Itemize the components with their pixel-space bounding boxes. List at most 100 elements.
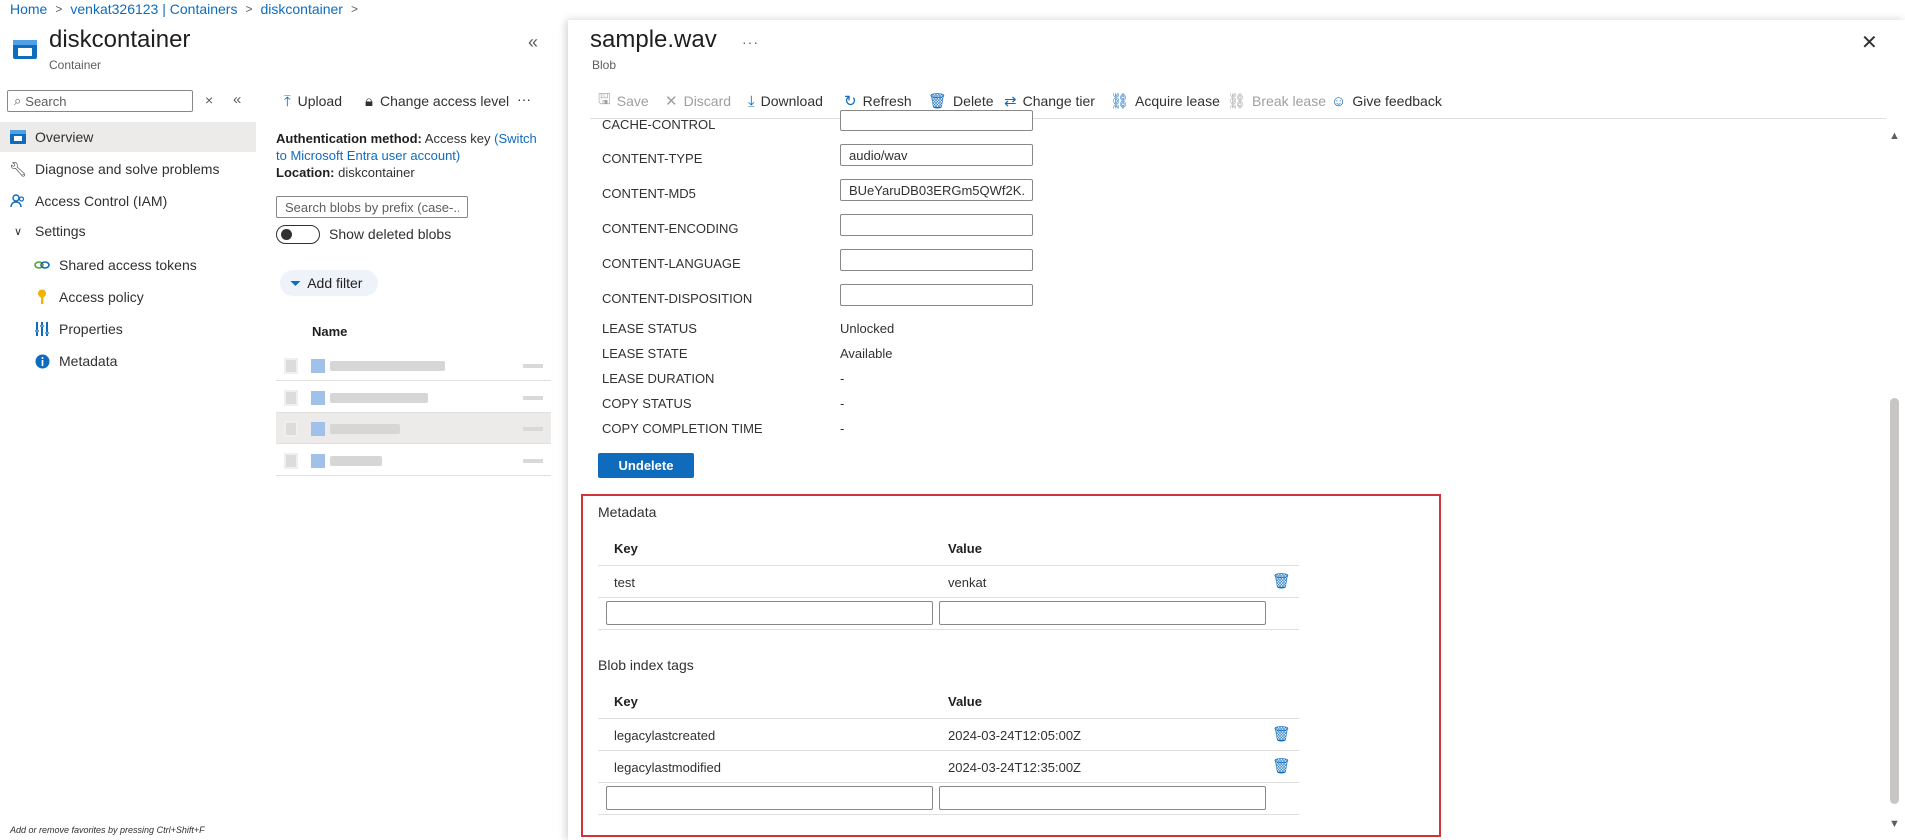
blob-subtitle: Blob	[592, 58, 617, 72]
delete-button[interactable]: 🗑︎ Delete	[928, 90, 994, 112]
auth-info: Authentication method: Access key (Switc…	[276, 130, 551, 181]
divider	[598, 750, 1299, 751]
breadcrumb-home[interactable]: Home	[10, 1, 47, 17]
chevron-down-icon: ∨	[13, 225, 23, 238]
breadcrumb-container[interactable]: diskcontainer	[260, 1, 343, 17]
give-feedback-button[interactable]: ☺ Give feedback	[1331, 90, 1442, 112]
delete-tag-icon[interactable]: 🗑︎	[1272, 757, 1291, 775]
save-button[interactable]: 🖫︎ Save	[598, 90, 649, 112]
lease-duration-value: -	[840, 371, 845, 386]
chevron-right-icon: >	[350, 2, 358, 16]
table-row[interactable]	[276, 445, 551, 476]
table-row[interactable]	[276, 413, 551, 444]
metadata-section-title: Metadata	[598, 504, 657, 520]
row-more-button[interactable]	[523, 459, 543, 463]
sidebar-group-settings[interactable]: ∨ Settings	[0, 216, 266, 246]
content-disposition-label: CONTENT-DISPOSITION	[602, 291, 753, 306]
delete-tag-icon[interactable]: 🗑︎	[1272, 725, 1291, 743]
content-language-label: CONTENT-LANGUAGE	[602, 256, 741, 271]
break-link-icon: ⛓︎	[1227, 93, 1247, 110]
more-actions-button[interactable]: ···	[517, 88, 531, 110]
content-type-input[interactable]	[840, 144, 1033, 166]
sidebar-item-iam[interactable]: Access Control (IAM)	[0, 186, 266, 216]
change-access-level-button[interactable]: 🔒︎ Change access level	[365, 90, 509, 112]
content-language-input[interactable]	[840, 249, 1033, 271]
name-column-header[interactable]: Name	[312, 324, 347, 339]
scrollbar-thumb[interactable]	[1890, 398, 1899, 804]
change-tier-button[interactable]: ⇄ Change tier	[1004, 90, 1095, 112]
row-more-button[interactable]	[523, 427, 543, 431]
lease-state-label: LEASE STATE	[602, 346, 688, 361]
double-chevron-left-icon[interactable]: «	[528, 32, 538, 53]
sidebar-item-metadata[interactable]: Metadata	[0, 346, 290, 376]
table-row[interactable]	[276, 382, 551, 413]
show-deleted-toggle[interactable]	[276, 225, 320, 244]
change-access-label: Change access level	[379, 93, 510, 109]
new-metadata-key-input[interactable]	[606, 601, 933, 625]
table-row[interactable]	[276, 350, 551, 381]
acquire-lease-button[interactable]: ⛓︎ Acquire lease	[1110, 90, 1220, 112]
menu-search-box[interactable]: ⌕	[7, 90, 193, 112]
download-button[interactable]: ⤓ Download	[748, 90, 823, 112]
divider	[598, 782, 1299, 783]
sidebar-item-overview[interactable]: Overview	[0, 122, 256, 152]
metadata-value-header: Value	[948, 541, 982, 556]
content-encoding-input[interactable]	[840, 214, 1033, 236]
sidebar-item-access-policy[interactable]: Access policy	[0, 282, 290, 312]
row-more-button[interactable]	[523, 396, 543, 400]
close-icon[interactable]: ✕	[1861, 30, 1878, 55]
new-tag-key-input[interactable]	[606, 786, 933, 810]
cache-control-input[interactable]	[840, 110, 1033, 131]
people-icon	[10, 193, 26, 209]
key-icon	[34, 289, 50, 305]
break-lease-button[interactable]: ⛓︎ Break lease	[1227, 90, 1326, 112]
link-icon	[34, 257, 50, 273]
lock-icon: 🔒︎	[365, 92, 373, 110]
discard-label: Discard	[683, 93, 732, 109]
content-md5-input[interactable]	[840, 179, 1033, 201]
undelete-button[interactable]: Undelete	[598, 453, 694, 478]
sidebar-item-diagnose[interactable]: 🔧︎ Diagnose and solve problems	[0, 154, 266, 184]
row-checkbox[interactable]	[284, 453, 298, 469]
row-checkbox[interactable]	[284, 358, 298, 374]
chevron-right-icon: >	[245, 2, 253, 16]
toolbar-divider	[590, 118, 1886, 119]
delete-label: Delete	[953, 93, 994, 109]
auth-method-label: Authentication method:	[276, 131, 422, 146]
upload-label: Upload	[297, 93, 343, 109]
info-icon	[34, 353, 50, 369]
delete-metadata-icon[interactable]: 🗑︎	[1272, 572, 1291, 590]
page-subtitle: Container	[49, 58, 102, 72]
breadcrumb: Home > venkat326123 | Containers > diskc…	[10, 0, 366, 18]
content-disposition-input[interactable]	[840, 284, 1033, 306]
row-checkbox[interactable]	[284, 421, 298, 437]
metadata-key-cell: test	[614, 575, 635, 590]
lease-status-label: LEASE STATUS	[602, 321, 697, 336]
filter-add-icon: ⏷	[290, 274, 302, 291]
collapse-menu-icon[interactable]: «	[233, 91, 241, 108]
row-more-button[interactable]	[523, 364, 543, 368]
cache-control-label: CACHE-CONTROL	[602, 117, 716, 132]
new-tag-value-input[interactable]	[939, 786, 1266, 810]
breadcrumb-account[interactable]: venkat326123 | Containers	[70, 1, 237, 17]
refresh-button[interactable]: ↻ Refresh	[844, 90, 912, 112]
file-icon	[311, 422, 325, 436]
file-icon	[311, 391, 325, 405]
upload-button[interactable]: ⤒ Upload	[284, 90, 342, 112]
sidebar-item-shared-access-tokens[interactable]: Shared access tokens	[0, 250, 290, 280]
clear-icon[interactable]: ×	[205, 92, 213, 108]
favorites-hint: Add or remove favorites by pressing Ctrl…	[10, 825, 205, 835]
scroll-up-arrow-icon[interactable]: ▲	[1889, 130, 1900, 142]
menu-search-input[interactable]	[25, 93, 176, 109]
blurred-name	[330, 424, 400, 434]
sidebar-item-properties[interactable]: Properties	[0, 314, 290, 344]
discard-button[interactable]: ✕ Discard	[665, 90, 731, 112]
row-checkbox[interactable]	[284, 390, 298, 406]
refresh-label: Refresh	[862, 93, 912, 109]
blob-prefix-search-input[interactable]	[276, 196, 468, 218]
blob-title: sample.wav	[590, 26, 717, 53]
add-filter-button[interactable]: ⏷ Add filter	[280, 270, 379, 296]
scroll-down-arrow-icon[interactable]: ▼	[1889, 818, 1900, 830]
new-metadata-value-input[interactable]	[939, 601, 1266, 625]
blob-more-button[interactable]: ···	[742, 34, 759, 50]
